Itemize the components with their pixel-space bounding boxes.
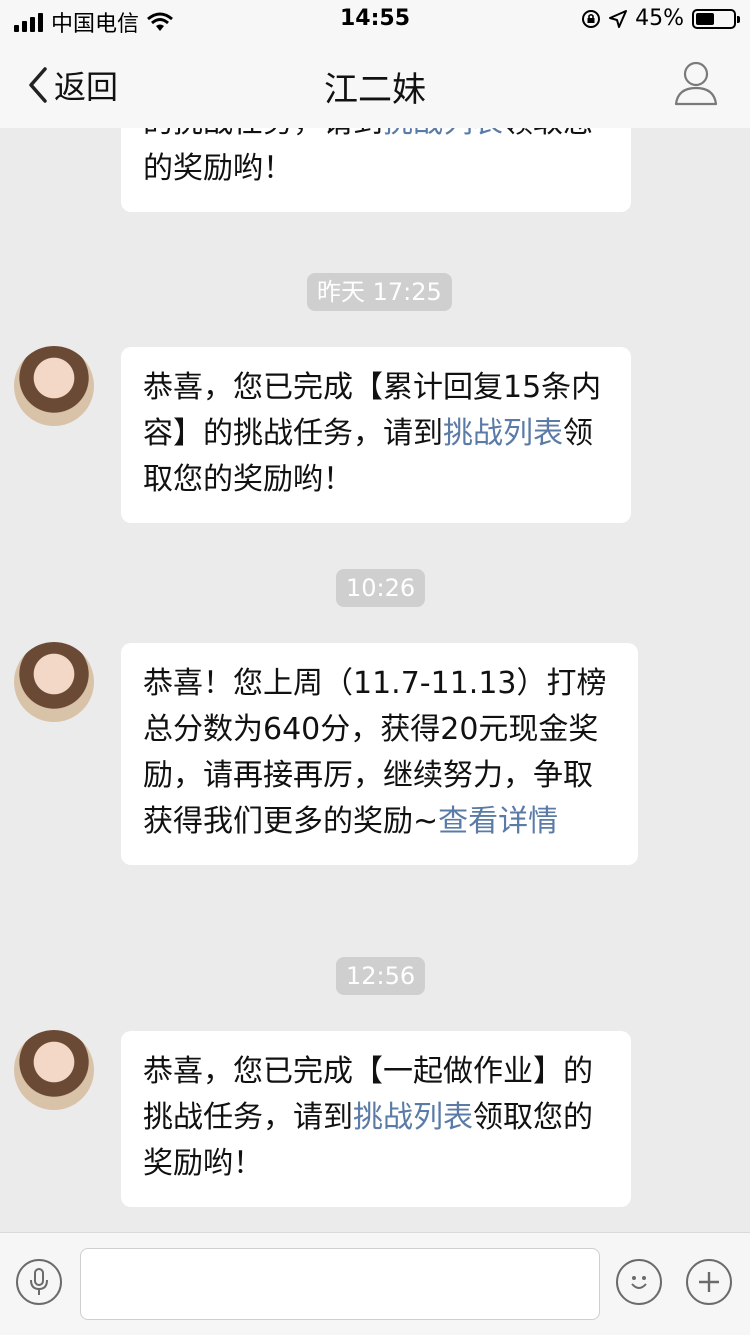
plus-icon	[699, 1272, 719, 1292]
message-text: 的挑战任务，请到	[143, 128, 383, 140]
location-icon	[609, 9, 628, 28]
message-bubble[interactable]: 恭喜！您上周（11.7-11.13）打榜总分数为640分，获得20元现金奖励，请…	[121, 643, 638, 865]
voice-button[interactable]	[16, 1259, 62, 1305]
input-bar	[0, 1232, 750, 1335]
avatar[interactable]	[14, 642, 94, 722]
message-bubble[interactable]: 恭喜，您已完成【一起做作业】的挑战任务，请到挑战列表领取您的奖励哟！	[121, 1031, 631, 1207]
person-icon	[674, 61, 718, 106]
message-bubble[interactable]: 的挑战任务，请到挑战列表领取您的奖励哟！	[121, 128, 631, 212]
timestamp: 10:26	[336, 569, 426, 607]
timestamp: 昨天 17:25	[307, 273, 452, 311]
profile-button[interactable]	[674, 60, 718, 110]
status-right: 45%	[581, 6, 740, 31]
view-details-link[interactable]: 查看详情	[438, 804, 558, 839]
chat-area[interactable]: 的挑战任务，请到挑战列表领取您的奖励哟！ 昨天 17:25 恭喜，您已完成【累计…	[0, 128, 750, 1232]
avatar[interactable]	[14, 346, 94, 426]
avatar[interactable]	[14, 1030, 94, 1110]
battery-icon	[692, 8, 740, 29]
rotation-lock-icon	[582, 9, 601, 28]
message-bubble[interactable]: 恭喜，您已完成【累计回复15条内容】的挑战任务，请到挑战列表领取您的奖励哟！	[121, 347, 631, 523]
timestamp: 12:56	[336, 957, 426, 995]
page-title: 江二妹	[324, 70, 426, 110]
status-bar: 中国电信 14:55 45%	[0, 0, 750, 40]
challenge-list-link[interactable]: 挑战列表	[353, 1100, 473, 1135]
battery-percent: 45%	[635, 6, 684, 31]
smiley-icon	[631, 1276, 647, 1289]
more-button[interactable]	[686, 1259, 732, 1305]
microphone-icon	[30, 1268, 48, 1295]
challenge-list-link[interactable]: 挑战列表	[443, 416, 563, 451]
message-input[interactable]	[80, 1248, 600, 1320]
challenge-list-link[interactable]: 挑战列表	[383, 128, 503, 140]
emoji-button[interactable]	[616, 1259, 662, 1305]
nav-bar: 返回 江二妹	[0, 40, 750, 128]
